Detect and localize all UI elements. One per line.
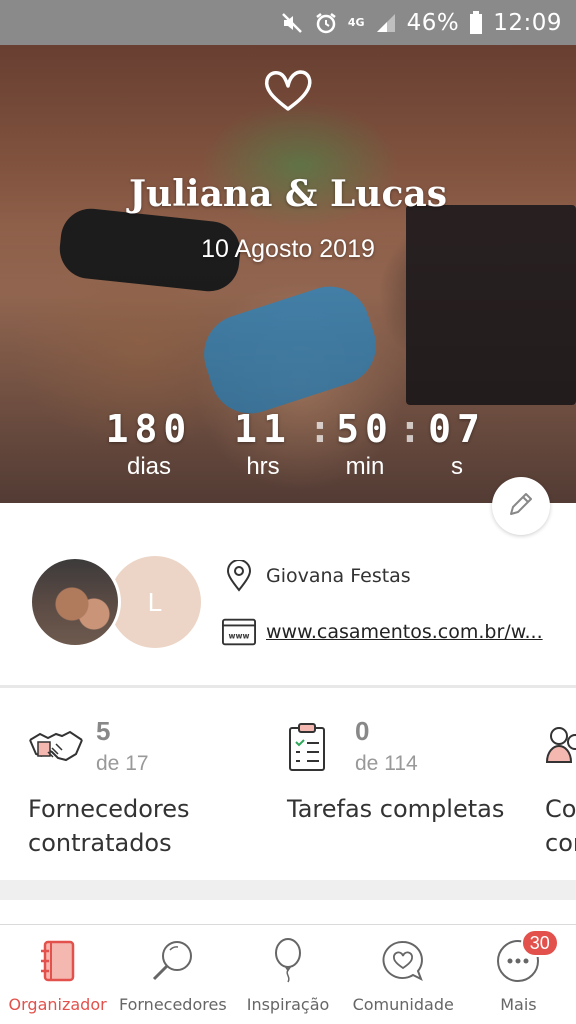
partner-avatar[interactable]: L [109,556,201,648]
nav-label: Fornecedores [118,995,227,1014]
wedding-date: 10 Agosto 2019 [201,235,375,263]
signal-icon [375,11,397,35]
nav-label: Mais [500,995,537,1014]
countdown-hours: 11 hrs [218,407,308,481]
clock: 12:09 [493,9,562,36]
nav-comunidade[interactable]: Comunidade [346,925,461,1024]
countdown-separator: : [308,407,332,451]
nav-mais[interactable]: 30 Mais [461,925,576,1024]
nav-label: Comunidade [352,995,454,1014]
search-icon [149,937,197,985]
heart-outline-icon [262,67,314,113]
nav-inspiracao[interactable]: Inspiração [230,925,345,1024]
next-section-peek [0,900,576,924]
nav-label: Inspiração [246,995,330,1014]
couple-avatar[interactable] [29,556,121,648]
tasks-title: Tarefas completas [287,795,505,823]
countdown: 180 dias : 11 hrs : 50 min : 07 s [104,407,492,481]
countdown-hours-label: hrs [246,453,280,480]
nav-label: Organizador [8,995,107,1014]
guests-title: Co con [545,795,576,857]
countdown-minutes-value: 50 [336,407,394,451]
location-pin-icon [222,560,256,592]
svg-text:www: www [229,632,250,641]
section-separator [0,880,576,900]
tasks-total: de 114 [355,752,418,775]
website-link[interactable]: www.casamentos.com.br/w... [266,621,543,643]
countdown-seconds-label: s [451,453,463,480]
guests-icon [545,722,576,772]
nav-organizador[interactable]: Organizador [0,925,115,1024]
countdown-minutes: 50 min [332,407,398,481]
stats-carousel: 5 de 17 Fornecedores contratados 0 de 11… [0,688,576,880]
countdown-hours-value: 11 [234,407,292,451]
balloon-icon [264,937,312,985]
countdown-days-label: dias [126,453,172,480]
bottom-navigation: Organizador Fornecedores Inspiração Comu… [0,924,576,1024]
tasks-count: 0 [355,716,370,746]
4g-icon: 4G [347,16,365,29]
status-bar: 4G 46% 12:09 [0,0,576,45]
profile-info: Giovana Festas www www.casamentos.com.br… [222,558,543,670]
checklist-icon [287,722,343,772]
notification-badge: 30 [520,929,559,957]
hero-cover-photo: Juliana & Lucas 10 Agosto 2019 180 dias … [0,45,576,503]
alarm-icon [314,11,338,35]
www-icon: www [222,616,256,648]
nav-fornecedores[interactable]: Fornecedores [115,925,230,1024]
profile-section: L Giovana Festas www www.casamentos.com.… [0,503,576,685]
countdown-days-value: 180 [105,407,193,451]
vendors-total: de 17 [96,752,149,775]
edit-cover-button[interactable] [492,477,550,535]
venue-row[interactable]: Giovana Festas [222,558,543,594]
countdown-separator: : [398,407,422,451]
countdown-seconds-value: 07 [428,407,486,451]
mute-icon [280,11,304,35]
pencil-icon [506,489,536,523]
battery-icon [469,10,483,35]
website-row[interactable]: www www.casamentos.com.br/w... [222,614,543,650]
handshake-icon [28,722,84,772]
countdown-days: 180 dias [104,407,194,481]
countdown-minutes-label: min [345,453,385,480]
couple-names: Juliana & Lucas [129,173,447,215]
countdown-separator: : [194,407,218,451]
venue-name: Giovana Festas [266,565,411,587]
planner-icon [34,937,82,985]
chat-heart-icon [379,937,427,985]
vendors-count: 5 [96,716,111,746]
countdown-seconds: 07 s [422,407,492,481]
vendors-title: Fornecedores contratados [28,795,190,857]
battery-percent: 46% [406,9,460,36]
